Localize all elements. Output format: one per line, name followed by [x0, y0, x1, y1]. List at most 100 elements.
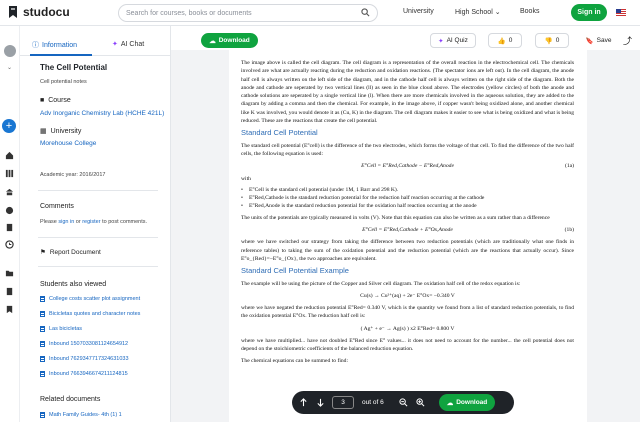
paragraph: The units of the potentials are typicall… [241, 214, 550, 221]
paragraph: where we have negated the reduction pote… [241, 305, 574, 320]
university-link[interactable]: Morehouse College [40, 140, 96, 147]
list-item[interactable]: Inbound 1507033081124654912 [40, 341, 128, 347]
bookmark-icon[interactable] [5, 305, 14, 314]
ai-quiz-button[interactable]: ✦ AI Quiz [430, 33, 476, 48]
download-button-label: Download [456, 399, 488, 406]
book-icon[interactable] [5, 223, 14, 232]
list-item[interactable]: Math Family Guides- 4th (1) 1 [40, 412, 122, 418]
students-viewed-heading: Students also viewed [40, 281, 107, 288]
equation: E°Cell = E°Red,Cathode + E°Ox,Anode (1b) [241, 226, 574, 234]
register-link[interactable]: register [82, 219, 100, 225]
share-icon[interactable]: ⤴ [620, 33, 635, 48]
download-button[interactable]: ☁ Download [201, 33, 258, 48]
top-bar: studocu Search for courses, books or doc… [0, 0, 640, 26]
academic-year: Academic year: 2016/2017 [40, 172, 106, 178]
nav-high-school[interactable]: High School ⌄ [455, 8, 501, 16]
chevron-down-icon: ⌄ [494, 9, 501, 16]
divider [38, 190, 158, 191]
document-icon[interactable] [5, 287, 14, 296]
home-icon[interactable] [5, 151, 14, 160]
library-icon[interactable] [5, 169, 14, 178]
related-heading: Related documents [40, 396, 101, 403]
report-document[interactable]: ⚑ Report Document [40, 248, 101, 257]
list-item: E°Red,Cathode is the standard reduction … [241, 194, 574, 203]
studocu-logo[interactable]: studocu [6, 5, 70, 19]
sparkle-icon: ✦ [438, 37, 444, 45]
list-item-label: Inbound 1507033081124654912 [49, 341, 129, 347]
info-icon: ⓘ [32, 42, 39, 49]
logo-icon [6, 5, 20, 19]
equation: Cu(s) → Cu²⁺(aq) + 2e⁻ E°Ox= −0.340 V [360, 292, 455, 299]
briefcase-icon: ■ [40, 97, 45, 104]
document-title: The Cell Potential [40, 63, 108, 72]
tab-information-label: Information [42, 41, 78, 49]
avatar[interactable] [4, 45, 16, 57]
cloud-download-icon: ☁ [209, 37, 216, 45]
section-heading: Standard Cell Potential Example [241, 266, 349, 276]
divider [38, 266, 158, 267]
flag-icon: ⚑ [40, 249, 46, 256]
tab-ai-chat[interactable]: ✦ AI Chat [112, 40, 145, 49]
list-item-label: Inbound 7663946674211124815 [49, 371, 128, 377]
sign-in-link[interactable]: sign in [58, 219, 74, 225]
search-input[interactable]: Search for courses, books or documents [118, 4, 378, 22]
save-label: Save [596, 37, 612, 44]
divider [38, 237, 158, 238]
document-toolbar: ☁ Download ✦ AI Quiz 👍 0 👎 0 🔖 Save ⤴ [171, 26, 640, 50]
document-icon [40, 341, 45, 347]
nav-university[interactable]: University [403, 8, 434, 15]
list-item[interactable]: Inbound 7629347717324631033 [40, 356, 129, 362]
document-icon [40, 356, 45, 362]
like-count: 0 [508, 37, 513, 44]
university-icon[interactable] [5, 188, 14, 197]
clock-icon[interactable] [5, 240, 14, 249]
paragraph: where we have multiplied... have not dou… [241, 338, 574, 353]
university-icon: ▦ [40, 128, 47, 135]
tab-information[interactable]: ⓘ Information [32, 40, 77, 50]
zoom-in-icon[interactable] [416, 398, 425, 407]
folder-icon[interactable] [5, 269, 14, 278]
comments-text-post: to post comments. [102, 219, 148, 225]
dislike-count: 0 [555, 37, 560, 44]
page-number-input[interactable]: 3 [332, 396, 354, 409]
chevron-down-icon[interactable]: ⌄ [7, 64, 12, 71]
ai-icon[interactable] [5, 206, 14, 215]
sidebar-tabs: ⓘ Information ✦ AI Chat [20, 36, 170, 56]
list-item-label: Inbound 7629347717324631033 [49, 356, 129, 362]
document-icon [40, 326, 45, 332]
list-item[interactable]: Inbound 7663946674211124815 [40, 371, 128, 377]
sign-in-button[interactable]: Sign in [571, 4, 607, 21]
course-label-text: Course [48, 97, 71, 104]
course-link[interactable]: Adv Inorganic Chemistry Lab (HCHE 421L) [40, 110, 164, 117]
download-button[interactable]: ☁ Download [439, 394, 495, 411]
equation-number: (1a) [564, 163, 574, 170]
add-icon[interactable]: + [2, 119, 16, 133]
thumbs-up-icon: 👍 [497, 37, 506, 45]
bookmark-icon: 🔖 [585, 37, 594, 45]
list-item[interactable]: Las bicicletas [40, 326, 82, 332]
like-button[interactable]: 👍 0 [488, 33, 522, 48]
document-icon [40, 296, 45, 302]
document-viewer[interactable]: The image above is called the cell diagr… [171, 50, 640, 422]
document-page: The image above is called the cell diagr… [229, 50, 587, 422]
download-button-label: Download [218, 37, 250, 44]
dislike-button[interactable]: 👎 0 [535, 33, 569, 48]
us-flag-icon[interactable] [616, 9, 626, 16]
search-placeholder: Search for courses, books or documents [126, 9, 252, 17]
list-item-label: Bicicletas quotes and character notes [49, 311, 141, 317]
cloud-download-icon: ☁ [446, 399, 454, 407]
list-item[interactable]: Bicicletas quotes and character notes [40, 311, 140, 317]
save-button[interactable]: 🔖 Save [581, 33, 616, 48]
list-item: E°Cell is the standard cell potential (u… [241, 186, 574, 195]
nav-books[interactable]: Books [520, 8, 539, 15]
document-icon [40, 371, 45, 377]
arrow-down-icon[interactable] [316, 398, 325, 407]
tab-ai-chat-label: AI Chat [120, 40, 145, 48]
document-icon [40, 412, 45, 418]
list-item[interactable]: College costs scatter plot assignment [40, 296, 140, 302]
arrow-up-icon[interactable] [299, 398, 308, 407]
equation: ( Ag⁺ + e⁻ → Ag(s) ) x2 E°Red= 0.800 V [360, 325, 455, 332]
search-icon[interactable] [361, 8, 370, 19]
paragraph: The chemical equations can be summed to … [241, 357, 349, 364]
zoom-out-icon[interactable] [399, 398, 408, 407]
